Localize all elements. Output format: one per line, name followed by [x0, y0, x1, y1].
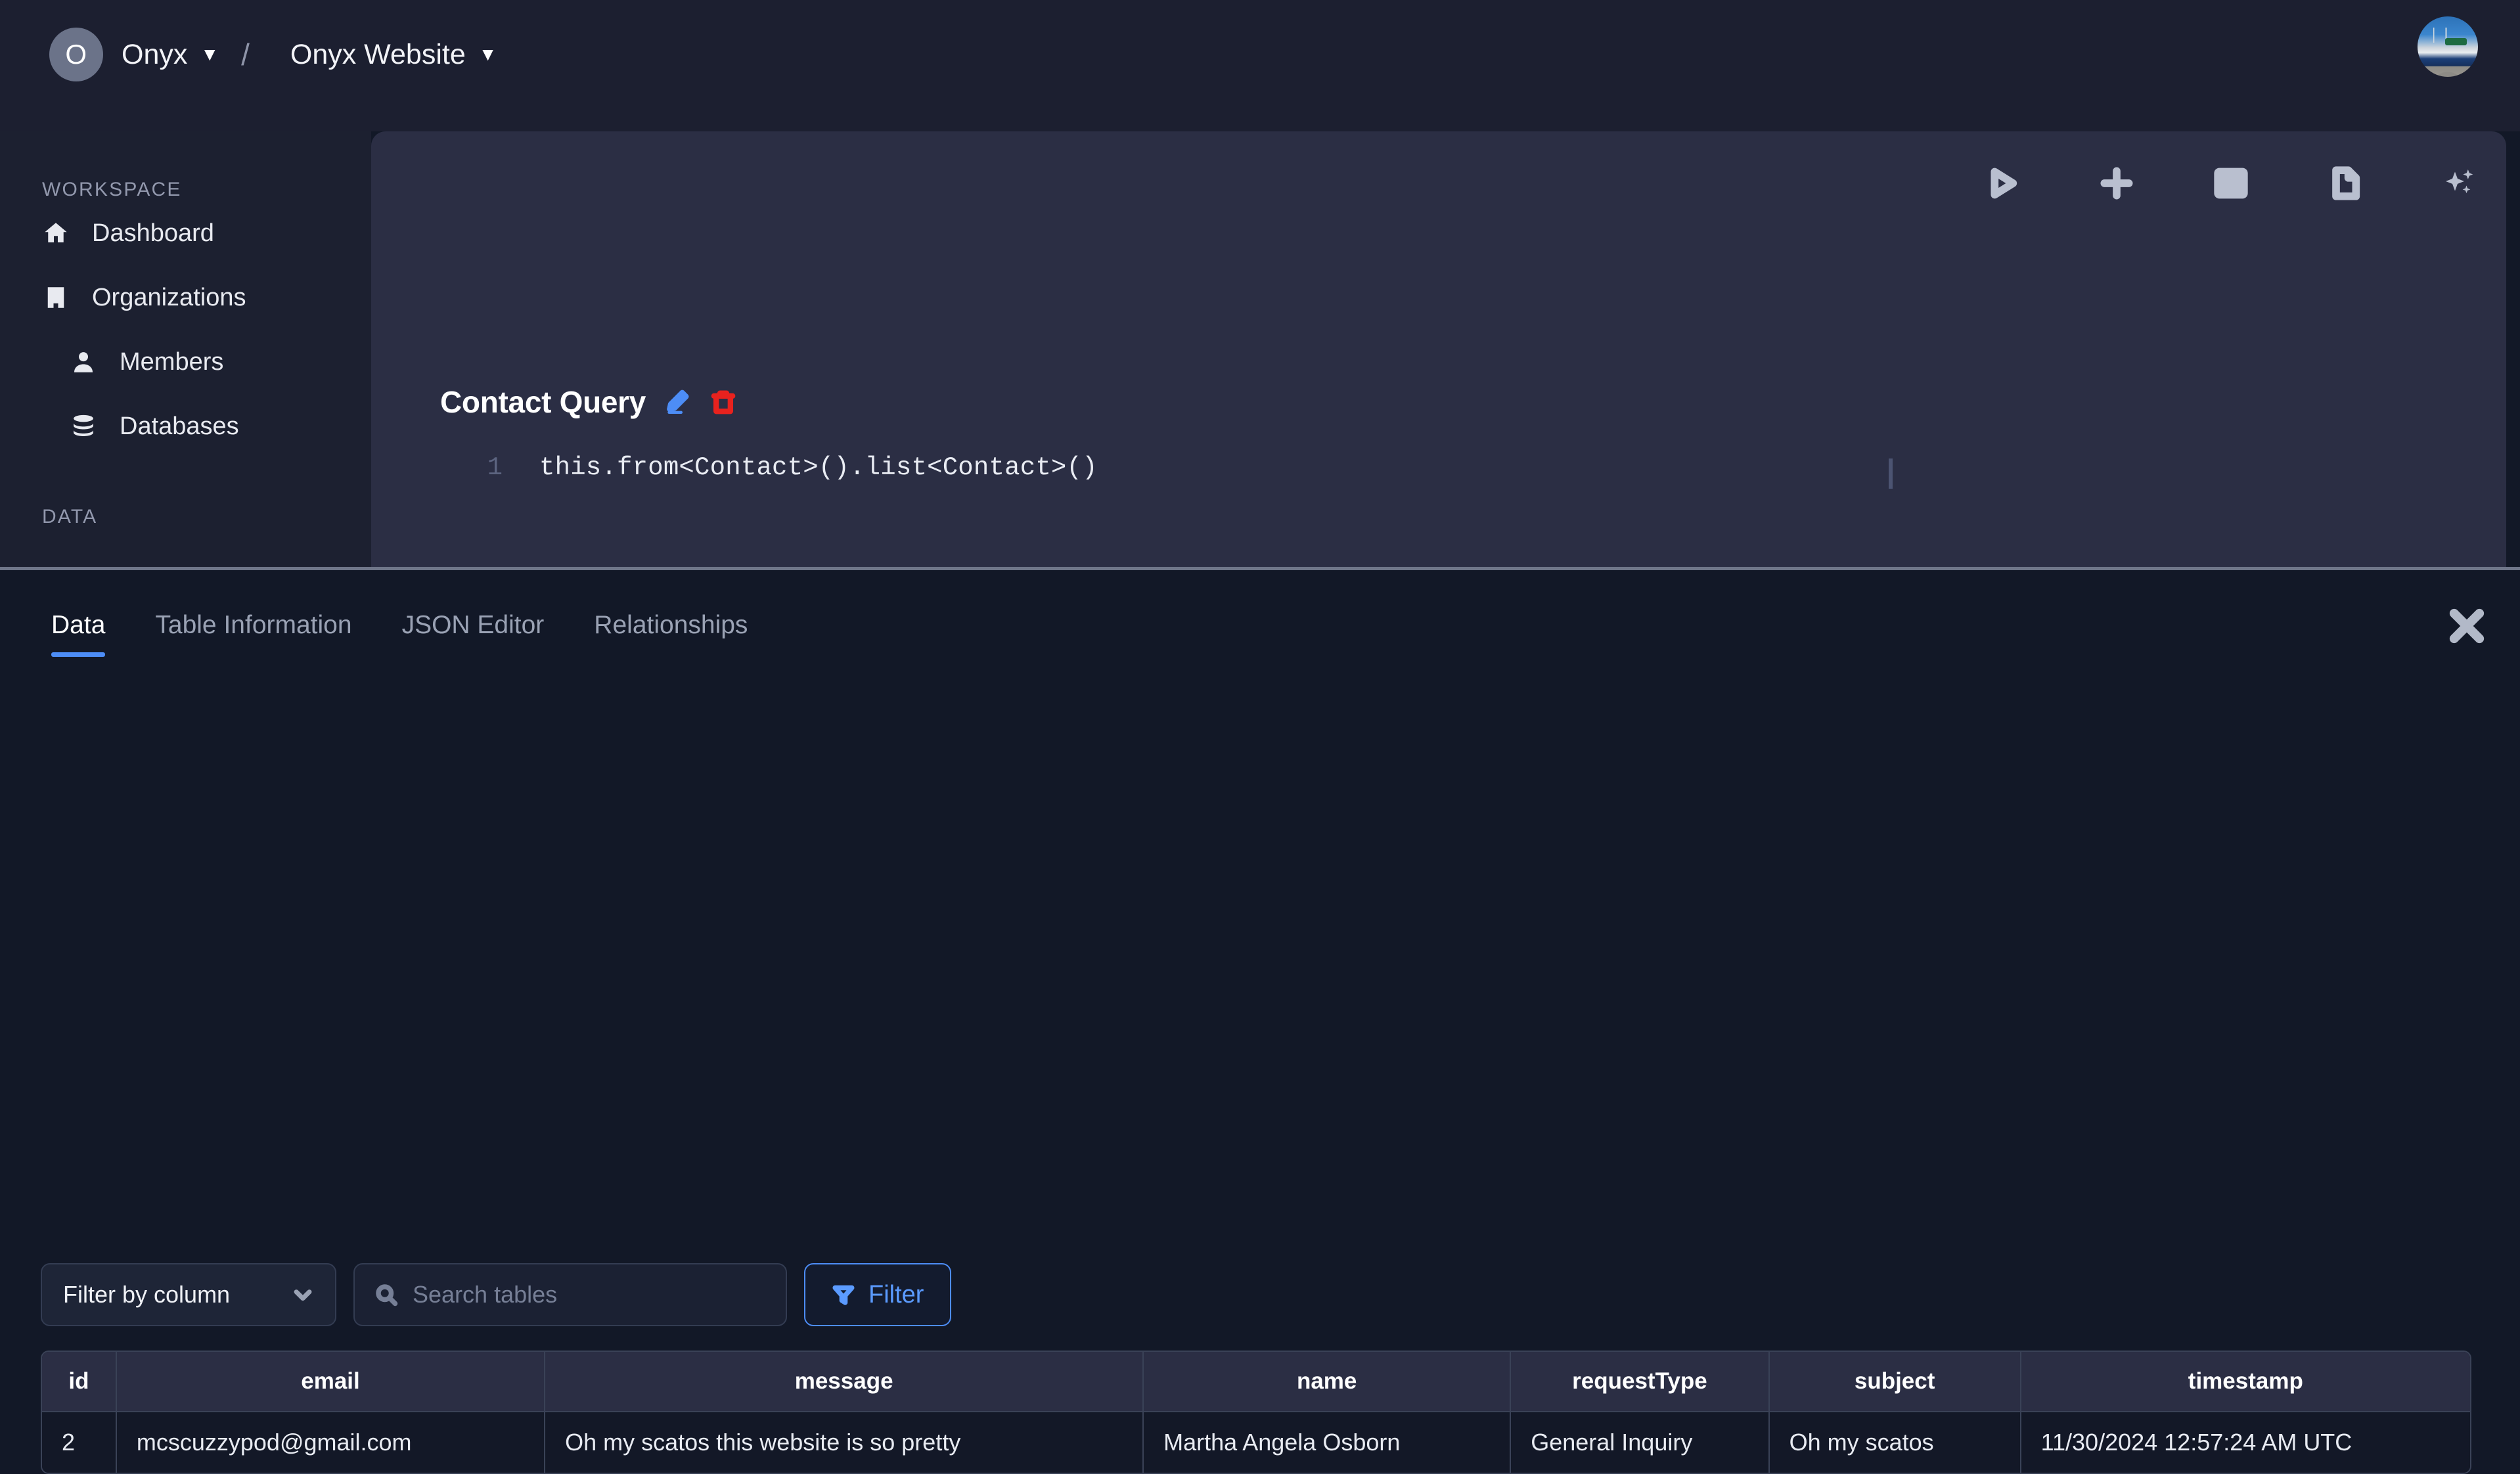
- sidebar-item-label: Databases: [120, 412, 239, 440]
- sidebar-section-workspace: WORKSPACE: [42, 179, 182, 200]
- tab-label: Table Information: [155, 611, 352, 639]
- org-initial-avatar[interactable]: O: [49, 28, 103, 81]
- cell-email: mcscuzzypod@gmail.com: [116, 1412, 546, 1473]
- org-initial-letter: O: [65, 39, 87, 70]
- line-number: 1: [487, 453, 503, 482]
- sidebar-section-data: DATA: [42, 506, 98, 527]
- code-line: 1 this.from<Contact>().list<Contact>(): [371, 453, 2506, 482]
- trash-icon[interactable]: [709, 388, 738, 416]
- filter-button-label: Filter: [868, 1280, 924, 1308]
- cell-subject: Oh my scatos: [1769, 1412, 2021, 1473]
- search-icon: [376, 1284, 398, 1306]
- filter-by-column-label: Filter by column: [63, 1281, 231, 1308]
- org-chevron-down-icon[interactable]: ▼: [200, 45, 219, 64]
- text-caret: [1889, 458, 1893, 489]
- chevron-down-icon: [294, 1289, 312, 1301]
- tab-label: Relationships: [594, 611, 748, 639]
- close-panel-button[interactable]: [2445, 604, 2488, 648]
- column-header-timestamp[interactable]: timestamp: [2021, 1352, 2470, 1412]
- pencil-icon[interactable]: [663, 388, 692, 416]
- filter-by-column-select[interactable]: Filter by column: [41, 1263, 336, 1326]
- close-icon: [2449, 608, 2485, 644]
- cell-name: Martha Angela Osborn: [1144, 1412, 1512, 1473]
- breadcrumb: O Onyx ▼ / Onyx Website ▼: [49, 28, 497, 81]
- page-title: Contact Query: [440, 385, 646, 419]
- query-title-row: Contact Query: [440, 384, 738, 420]
- run-query-button[interactable]: [1982, 163, 2023, 204]
- cell-id: 2: [42, 1412, 117, 1473]
- project-chevron-down-icon[interactable]: ▼: [479, 45, 497, 64]
- column-header-email[interactable]: email: [116, 1352, 546, 1412]
- tab-relationships[interactable]: Relationships: [569, 611, 773, 657]
- results-tabs: Data Table Information JSON Editor Relat…: [26, 611, 773, 657]
- tab-json-editor[interactable]: JSON Editor: [377, 611, 570, 657]
- editor-toolbar: [1982, 163, 2480, 204]
- sidebar-item-label: Dashboard: [92, 219, 214, 247]
- tab-label: Data: [51, 611, 106, 639]
- sidebar-item-label: Organizations: [92, 283, 246, 311]
- code-editor[interactable]: 1 this.from<Contact>().list<Contact>(): [371, 453, 2506, 482]
- tab-label: JSON Editor: [401, 611, 545, 639]
- table-row[interactable]: 2 mcscuzzypod@gmail.com Oh my scatos thi…: [42, 1412, 2470, 1473]
- column-header-subject[interactable]: subject: [1769, 1352, 2021, 1412]
- column-header-id[interactable]: id: [42, 1352, 117, 1412]
- sidebar-item-members[interactable]: Members: [0, 330, 371, 394]
- breadcrumb-separator: /: [241, 37, 250, 72]
- column-header-requesttype[interactable]: requestType: [1511, 1352, 1770, 1412]
- table-view-button[interactable]: [2211, 163, 2251, 204]
- cell-message: Oh my scatos this website is so pretty: [545, 1412, 1144, 1473]
- cell-timestamp: 11/30/2024 12:57:24 AM UTC: [2021, 1412, 2470, 1473]
- table-header-row: id email message name requestType subjec…: [42, 1352, 2470, 1412]
- sidebar-item-label: Members: [120, 347, 224, 376]
- sidebar-item-dashboard[interactable]: Dashboard: [0, 201, 371, 265]
- results-table: id email message name requestType subjec…: [41, 1351, 2471, 1474]
- avatar[interactable]: [2418, 16, 2478, 77]
- cell-requesttype: General Inquiry: [1511, 1412, 1770, 1473]
- person-icon: [70, 348, 97, 376]
- code-text: this.from<Contact>().list<Contact>(): [539, 453, 1098, 482]
- breadcrumb-project-name[interactable]: Onyx Website: [290, 39, 466, 71]
- sidebar-item-databases[interactable]: Databases: [0, 394, 371, 458]
- tab-table-information[interactable]: Table Information: [130, 611, 376, 657]
- sidebar: WORKSPACE Dashboard Organizations Member…: [0, 131, 371, 568]
- breadcrumb-org-name[interactable]: Onyx: [122, 39, 187, 71]
- column-header-message[interactable]: message: [545, 1352, 1144, 1412]
- results-panel: Data Table Information JSON Editor Relat…: [0, 570, 2520, 1474]
- tab-data[interactable]: Data: [26, 611, 130, 657]
- column-header-name[interactable]: name: [1144, 1352, 1512, 1412]
- add-query-button[interactable]: [2096, 163, 2137, 204]
- document-view-button[interactable]: [2325, 163, 2366, 204]
- top-bar: O Onyx ▼ / Onyx Website ▼: [0, 0, 2520, 131]
- search-input[interactable]: [413, 1281, 766, 1308]
- ai-assist-button[interactable]: [2439, 163, 2480, 204]
- building-icon: [42, 284, 70, 311]
- home-icon: [42, 219, 70, 247]
- funnel-icon: [832, 1285, 855, 1305]
- query-editor-panel: Contact Query 1 this.from<Contact>().lis…: [371, 131, 2506, 568]
- database-icon: [70, 413, 97, 440]
- sidebar-item-organizations[interactable]: Organizations: [0, 265, 371, 330]
- search-tables-field[interactable]: [353, 1263, 787, 1326]
- table-controls: Filter by column Filter: [41, 1263, 952, 1326]
- filter-button[interactable]: Filter: [804, 1263, 952, 1326]
